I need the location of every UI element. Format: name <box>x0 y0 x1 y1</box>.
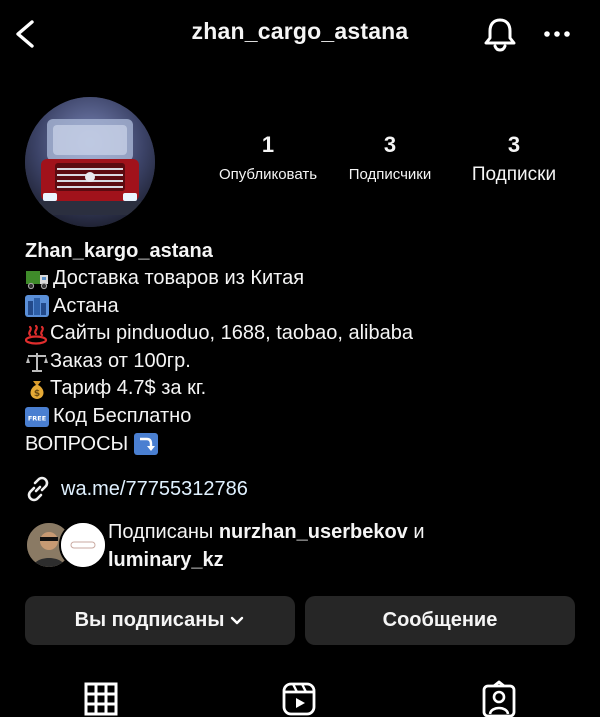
link-url[interactable]: wa.me/77755312786 <box>61 478 248 501</box>
link-icon <box>27 476 49 502</box>
top-bar: zhan_cargo_astana <box>0 0 600 70</box>
stat-followers[interactable]: 3 Подписчики <box>330 132 450 183</box>
free-button-emoji: FREE <box>25 406 49 427</box>
following-button[interactable]: Вы подписаны <box>25 596 295 645</box>
stat-following[interactable]: 3 Подписки <box>458 132 570 186</box>
hot-springs-emoji <box>25 324 48 345</box>
profile-link[interactable]: wa.me/77755312786 <box>25 476 248 502</box>
bio-text: Доставка товаров из Китая <box>53 267 305 289</box>
stat-label: Подписки <box>471 164 557 185</box>
bio-text: Сайты pinduoduo, 1688, taobao, alibaba <box>50 322 413 345</box>
mutual-user[interactable]: luminary_kz <box>108 549 224 571</box>
stat-count: 3 <box>383 132 397 157</box>
profile-bio: Zhan_kargo_astana Доставка товаров из Ки… <box>25 237 585 458</box>
arrow-curving-down-emoji <box>134 433 159 456</box>
truck-emoji <box>26 270 48 289</box>
bio-text: Заказ от 100гр. <box>50 349 191 372</box>
balance-scale-emoji <box>26 352 48 372</box>
bio-text: Код Бесплатно <box>53 404 192 427</box>
bio-line: FREE Код Бесплатно <box>25 403 585 431</box>
svg-text:$: $ <box>34 389 40 399</box>
svg-text:FREE: FREE <box>28 414 46 422</box>
tagged-icon[interactable] <box>480 680 520 717</box>
bio-line: Астана <box>25 293 585 321</box>
message-button[interactable]: Сообщение <box>305 596 575 645</box>
profile-avatar[interactable] <box>25 97 155 227</box>
money-bag-emoji: $ <box>30 381 44 400</box>
bio-line: ВОПРОСЫ <box>25 431 585 459</box>
bio-line: $ Тариф 4.7$ за кг. <box>25 375 585 403</box>
followed-by-text: Подписаны nurzhan_userbekov и luminary_k… <box>108 518 425 574</box>
stat-label: Подписчики <box>348 166 432 183</box>
reels-icon[interactable] <box>280 680 320 717</box>
bio-text: Астана <box>53 294 119 317</box>
bio-line: Доставка товаров из Китая <box>25 265 585 293</box>
city-emoji <box>25 295 49 318</box>
chevron-down-icon <box>231 616 244 624</box>
bio-text: ВОПРОСЫ <box>25 432 129 455</box>
followed-by-prefix: Подписаны <box>108 521 214 543</box>
mutual-user[interactable]: nurzhan_userbekov <box>219 521 408 543</box>
stat-count: 1 <box>261 132 275 157</box>
bell-icon[interactable] <box>480 14 520 54</box>
followed-by[interactable]: Подписаны nurzhan_userbekov и luminary_k… <box>25 518 585 571</box>
bio-text: Тариф 4.7$ за кг. <box>50 377 207 400</box>
bio-line: Сайты pinduoduo, 1688, taobao, alibaba <box>25 320 585 348</box>
bio-line: Заказ от 100гр. <box>25 348 585 376</box>
following-label: Вы подписаны <box>74 609 225 631</box>
message-label: Сообщение <box>382 609 498 631</box>
stat-label: Опубликовать <box>218 166 318 183</box>
stat-count: 3 <box>507 132 521 157</box>
followed-by-and: и <box>413 521 425 543</box>
more-horizontal-icon[interactable] <box>540 22 576 46</box>
avatar <box>59 521 107 569</box>
profile-display-name: Zhan_kargo_astana <box>25 240 213 262</box>
stat-posts[interactable]: 1 Опубликовать <box>208 132 328 183</box>
grid-icon[interactable] <box>83 680 123 717</box>
